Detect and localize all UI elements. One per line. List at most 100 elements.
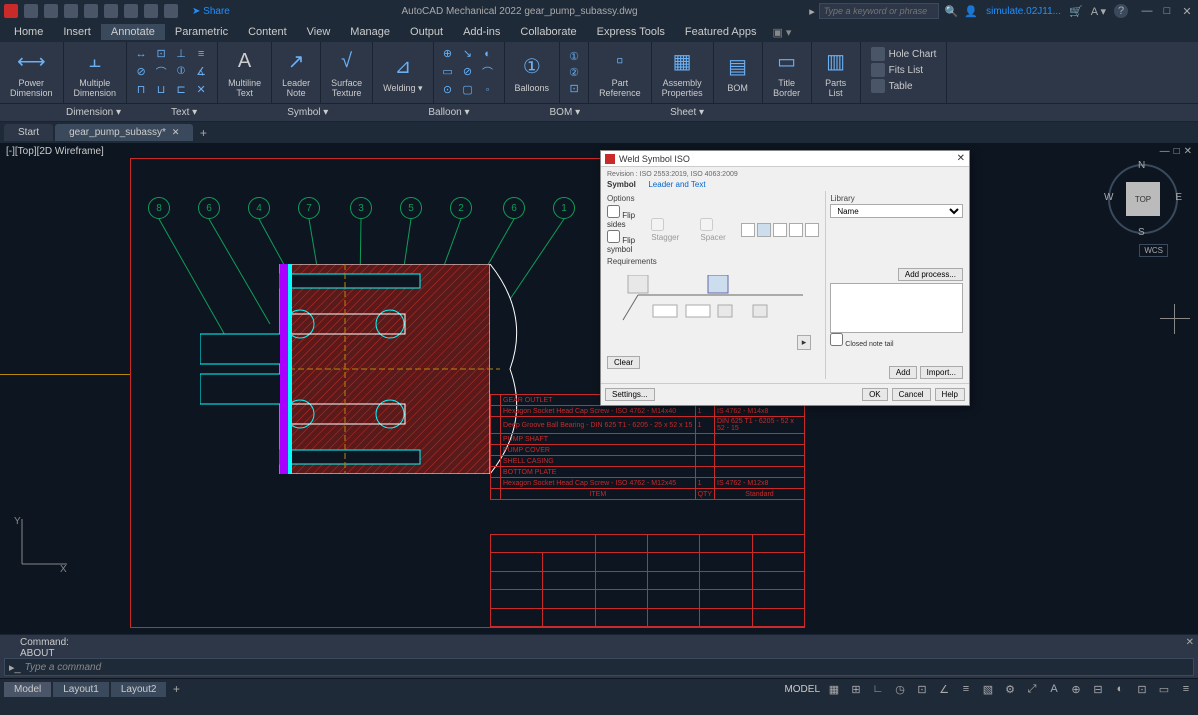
sym-icon[interactable]: ⌒ — [480, 65, 496, 79]
flip-sides-checkbox[interactable]: Flip sides — [607, 205, 643, 229]
dim-small-icon[interactable]: ⌒ — [153, 65, 169, 79]
qat-print-icon[interactable] — [124, 4, 138, 18]
search-input[interactable] — [819, 3, 939, 19]
wcs-label[interactable]: WCS — [1139, 244, 1168, 257]
flip-symbol-checkbox[interactable]: Flip symbol — [607, 230, 643, 254]
panel-symbol[interactable]: Symbol ▾ — [287, 107, 328, 118]
add-button[interactable]: Add — [889, 366, 917, 379]
id-icon[interactable] — [773, 223, 787, 237]
fits-list-button[interactable]: Fits List — [867, 62, 927, 78]
command-input-row[interactable]: ▸_ Type a command — [4, 658, 1194, 676]
balloon-7[interactable]: 7 — [298, 197, 320, 219]
balloon-6b[interactable]: 6 — [503, 197, 525, 219]
qat-open-icon[interactable] — [44, 4, 58, 18]
help-button[interactable]: Help — [935, 388, 965, 401]
id-icon[interactable] — [741, 223, 755, 237]
ortho-icon[interactable]: ∟ — [870, 681, 886, 697]
new-tab-button[interactable]: + — [195, 125, 211, 141]
monitor-icon[interactable]: ⊟ — [1090, 681, 1106, 697]
viewcube-w[interactable]: W — [1104, 192, 1113, 203]
viewcube-e[interactable]: E — [1175, 192, 1182, 203]
tab-start[interactable]: Start — [4, 124, 53, 141]
hole-chart-button[interactable]: Hole Chart — [867, 46, 941, 62]
panel-text[interactable]: Text ▾ — [171, 107, 197, 118]
dim-small-icon[interactable]: ⊘ — [133, 65, 149, 79]
menu-manage[interactable]: Manage — [340, 24, 400, 40]
dim-small-icon[interactable]: ⊔ — [153, 83, 169, 97]
balloon-6[interactable]: 6 — [198, 197, 220, 219]
settings-button[interactable]: Settings... — [605, 388, 655, 401]
annotation-icon[interactable]: A — [1046, 681, 1062, 697]
menu-overflow-icon[interactable]: ▣ ▾ — [772, 26, 791, 39]
sym-icon[interactable]: ⊙ — [440, 83, 456, 97]
sym-icon[interactable]: ◐ — [480, 47, 496, 61]
sym-icon[interactable]: ▭ — [440, 65, 456, 79]
dim-small-icon[interactable]: ⦶ — [173, 65, 189, 79]
balloon-5[interactable]: 5 — [400, 197, 422, 219]
spacer-checkbox[interactable]: Spacer — [700, 218, 726, 242]
power-dimension-button[interactable]: ⟷ Power Dimension — [0, 42, 64, 103]
user-icon[interactable]: 👤 — [964, 5, 978, 18]
cart-icon[interactable]: 🛒 — [1069, 5, 1083, 18]
balloon-1[interactable]: 1 — [553, 197, 575, 219]
qat-new-icon[interactable] — [24, 4, 38, 18]
clear-button[interactable]: Clear — [607, 356, 640, 369]
dim-small-icon[interactable]: ↔ — [133, 47, 149, 61]
dim-small-icon[interactable]: ⊏ — [173, 83, 189, 97]
menu-insert[interactable]: Insert — [53, 24, 101, 40]
add-layout-button[interactable]: + — [168, 681, 184, 697]
panel-bom[interactable]: BOM ▾ — [550, 107, 581, 118]
viewport-minimize-icon[interactable]: — — [1160, 146, 1170, 157]
viewcube-n[interactable]: N — [1138, 160, 1145, 171]
viewcube-s[interactable]: S — [1138, 227, 1145, 238]
id-icon[interactable] — [757, 223, 771, 237]
viewport-label[interactable]: [-][Top][2D Wireframe] — [6, 146, 104, 157]
add-process-button[interactable]: Add process... — [898, 268, 963, 281]
layout-tab-layout2[interactable]: Layout2 — [111, 682, 167, 697]
table-button[interactable]: Table — [867, 78, 917, 94]
lineweight-icon[interactable]: ≡ — [958, 681, 974, 697]
surface-texture-button[interactable]: √ Surface Texture — [321, 42, 373, 103]
viewport-maximize-icon[interactable]: □ — [1174, 146, 1180, 157]
leader-note-button[interactable]: ↗ Leader Note — [272, 42, 321, 103]
layout-tab-layout1[interactable]: Layout1 — [53, 682, 109, 697]
dim-small-icon[interactable]: ⊡ — [153, 47, 169, 61]
dialog-titlebar[interactable]: Weld Symbol ISO ✕ — [601, 151, 969, 167]
panel-balloon[interactable]: Balloon ▾ — [428, 107, 469, 118]
balloon-small-icon[interactable]: ① — [566, 50, 582, 64]
cmdline-close-icon[interactable]: ✕ — [1186, 637, 1194, 648]
sym-icon[interactable]: ▢ — [460, 83, 476, 97]
menu-parametric[interactable]: Parametric — [165, 24, 238, 40]
sym-icon[interactable]: ⊕ — [440, 47, 456, 61]
balloon-4[interactable]: 4 — [248, 197, 270, 219]
isolate-icon[interactable]: ◐ — [1112, 681, 1128, 697]
menu-featuredapps[interactable]: Featured Apps — [675, 24, 767, 40]
multiple-dimension-button[interactable]: ⫠ Multiple Dimension — [64, 42, 128, 103]
import-button[interactable]: Import... — [920, 366, 963, 379]
command-input[interactable]: Type a command — [25, 662, 102, 673]
dim-small-icon[interactable]: ✕ — [193, 83, 209, 97]
ok-button[interactable]: OK — [862, 388, 888, 401]
customization-icon[interactable]: ≡ — [1178, 681, 1194, 697]
balloon-small-icon[interactable]: ② — [566, 66, 582, 80]
menu-home[interactable]: Home — [4, 24, 53, 40]
layout-tab-model[interactable]: Model — [4, 682, 51, 697]
bom-button[interactable]: ▤ BOM — [714, 42, 763, 103]
cancel-button[interactable]: Cancel — [892, 388, 931, 401]
cleanscreen-icon[interactable]: ▭ — [1156, 681, 1172, 697]
viewcube-top[interactable]: TOP — [1126, 182, 1160, 216]
qat-saveas-icon[interactable] — [84, 4, 98, 18]
viewcube[interactable]: TOP N S E W — [1108, 164, 1178, 234]
title-border-button[interactable]: ▭ Title Border — [763, 42, 812, 103]
tab-close-icon[interactable]: ✕ — [172, 127, 180, 138]
qat-save-icon[interactable] — [64, 4, 78, 18]
otrack-icon[interactable]: ∠ — [936, 681, 952, 697]
id-icon[interactable] — [789, 223, 803, 237]
id-icon[interactable] — [805, 223, 819, 237]
assembly-properties-button[interactable]: ▦ Assembly Properties — [652, 42, 714, 103]
viewport-close-icon[interactable]: ✕ — [1184, 146, 1192, 157]
balloons-button[interactable]: ① Balloons — [505, 42, 561, 103]
dim-small-icon[interactable]: ⊓ — [133, 83, 149, 97]
minimize-button[interactable]: — — [1140, 4, 1154, 18]
close-button[interactable]: ✕ — [1180, 4, 1194, 18]
